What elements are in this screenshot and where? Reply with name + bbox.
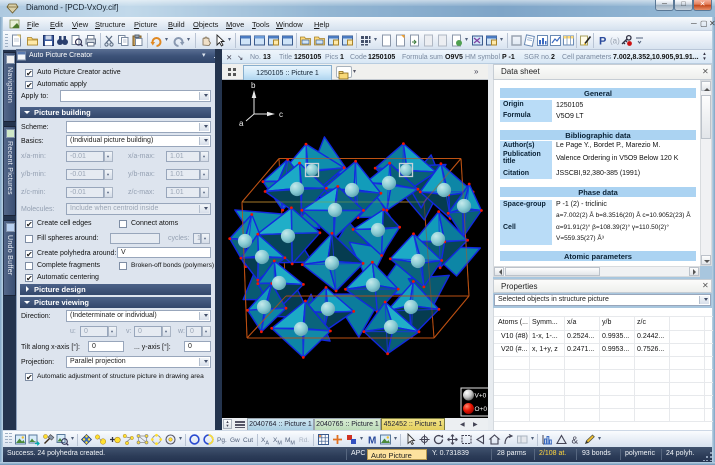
svg-text:(a): (a) — [610, 37, 620, 46]
svg-text:c: c — [279, 110, 283, 119]
svg-text:O+0: O+0 — [475, 406, 488, 413]
svg-text:&: & — [572, 436, 579, 447]
svg-text:b: b — [251, 81, 256, 90]
svg-text:M: M — [368, 436, 376, 447]
svg-text:P: P — [599, 36, 606, 48]
svg-text:a: a — [239, 119, 244, 128]
svg-text:V+0: V+0 — [475, 393, 487, 400]
